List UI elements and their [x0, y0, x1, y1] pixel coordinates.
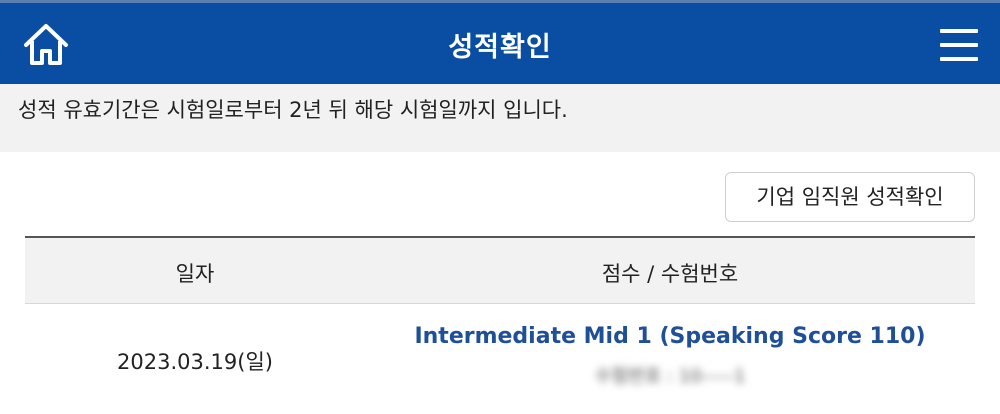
validity-notice: 성적 유효기간은 시험일로부터 2년 뒤 해당 시험일까지 입니다.: [0, 84, 1000, 152]
page-title: 성적확인: [448, 32, 552, 63]
table-row: 2023.03.19(일) Intermediate Mid 1 (Speaki…: [25, 304, 975, 414]
notice-text: 성적 유효기간은 시험일로부터 2년 뒤 해당 시험일까지 입니다.: [18, 98, 568, 122]
exam-number: 수험번호 : 10-----1: [595, 366, 746, 387]
column-header-date: 일자: [175, 262, 215, 286]
test-date: 2023.03.19(일): [117, 350, 273, 374]
corporate-score-check-button[interactable]: 기업 임직원 성적확인: [725, 172, 975, 222]
score-link[interactable]: Intermediate Mid 1 (Speaking Score 110): [365, 324, 975, 349]
score-table: 일자 점수 / 수험번호 2023.03.19(일) Intermediate …: [25, 236, 975, 414]
app-header: 성적확인: [0, 0, 1000, 84]
column-header-score: 점수 / 수험번호: [601, 262, 739, 286]
hamburger-menu-icon[interactable]: [936, 23, 984, 67]
table-header: 일자 점수 / 수험번호: [25, 236, 975, 304]
